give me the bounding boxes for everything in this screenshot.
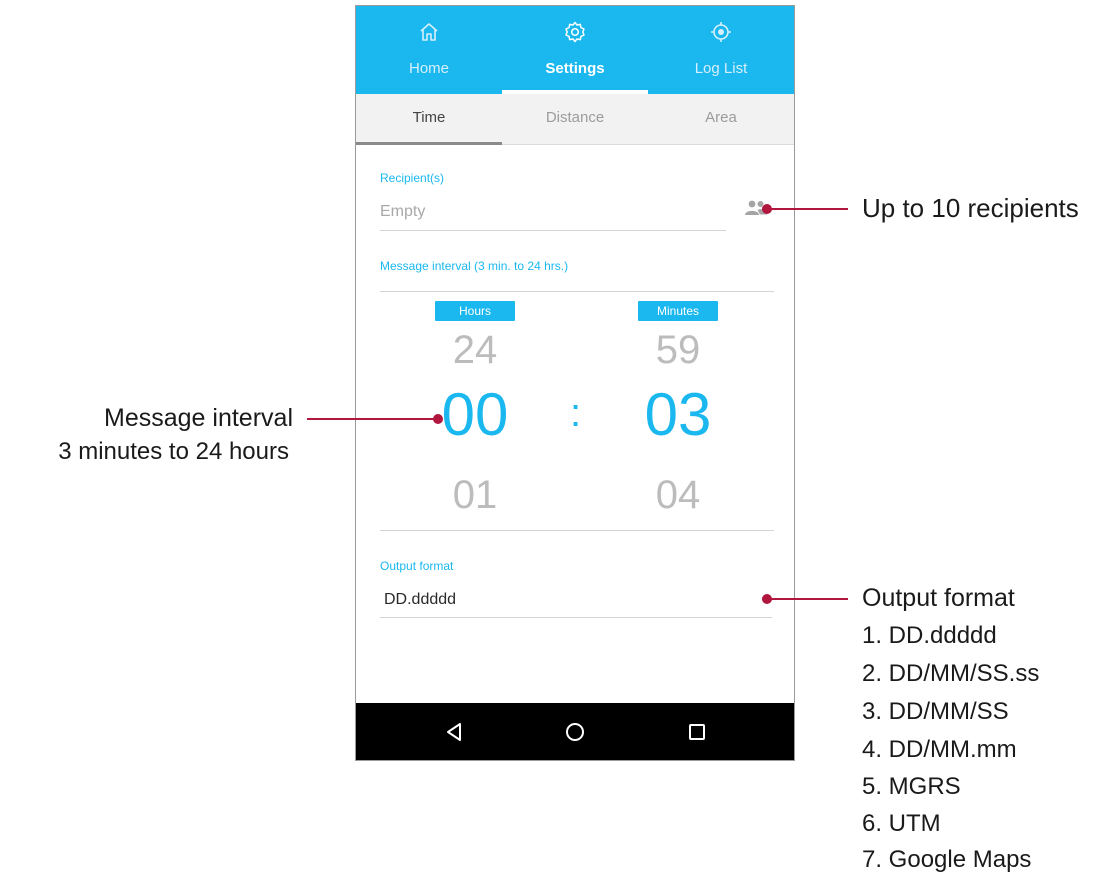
- interval-annotation-title: Message interval: [104, 404, 293, 432]
- system-navigation-bar: [356, 703, 794, 760]
- nav-tab-settings[interactable]: Settings: [502, 6, 648, 94]
- subtab-time-label: Time: [412, 109, 446, 126]
- interval-label: Message interval (3 min. to 24 hrs.): [380, 259, 569, 273]
- time-separator: :: [570, 391, 582, 435]
- subtab-area-label: Area: [705, 109, 737, 126]
- recipients-annotation-line: [767, 208, 848, 210]
- recents-icon[interactable]: [682, 719, 712, 745]
- interval-annotation-line: [307, 418, 438, 420]
- output-format-item: 7. Google Maps: [862, 846, 1032, 873]
- hours-badge: Hours: [435, 301, 515, 321]
- interval-divider-top: [380, 291, 774, 292]
- subtab-time[interactable]: Time: [356, 94, 502, 145]
- output-format-item: 4. DD/MM.mm: [862, 736, 1017, 763]
- output-annotation-title: Output format: [862, 584, 1015, 612]
- interval-divider-bottom: [380, 530, 774, 531]
- top-navigation: Home Settings Log List: [356, 6, 794, 94]
- phone-screen: Home Settings Log List Time Distance Are…: [355, 5, 795, 761]
- output-format-underline: [380, 617, 772, 618]
- nav-tab-log-list-label: Log List: [694, 60, 748, 77]
- output-format-item: 6. UTM: [862, 810, 941, 837]
- recipients-input[interactable]: Empty: [380, 203, 425, 221]
- output-format-item: 1. DD.ddddd: [862, 622, 997, 649]
- nav-tab-settings-label: Settings: [545, 60, 605, 77]
- output-format-item: 2. DD/MM/SS.ss: [862, 660, 1040, 687]
- home-icon: [420, 23, 438, 41]
- hours-picker[interactable]: 00: [415, 380, 535, 449]
- output-format-item: 3. DD/MM/SS: [862, 698, 1009, 725]
- sub-tabs: Time Distance Area: [356, 94, 794, 145]
- interval-annotation-dot: [433, 414, 443, 424]
- nav-tab-home-label: Home: [408, 60, 449, 77]
- active-subtab-indicator: [356, 142, 502, 145]
- minutes-picker[interactable]: 03: [618, 380, 738, 449]
- nav-tab-home[interactable]: Home: [356, 6, 502, 94]
- gear-icon: [565, 21, 585, 43]
- minutes-prev-value[interactable]: 59: [618, 328, 738, 373]
- minutes-next-value[interactable]: 04: [618, 473, 738, 518]
- minutes-badge: Minutes: [638, 301, 718, 321]
- nav-tab-log-list[interactable]: Log List: [648, 6, 794, 94]
- subtab-area[interactable]: Area: [648, 94, 794, 144]
- hours-next-value[interactable]: 01: [415, 473, 535, 518]
- recipients-underline: [380, 230, 726, 231]
- hours-prev-value[interactable]: 24: [415, 328, 535, 373]
- output-format-label: Output format: [380, 559, 454, 573]
- output-format-item: 5. MGRS: [862, 773, 961, 800]
- interval-annotation-subtitle: 3 minutes to 24 hours: [58, 438, 289, 465]
- subtab-distance-label: Distance: [545, 109, 605, 126]
- crosshair-icon: [711, 22, 731, 42]
- subtab-distance[interactable]: Distance: [502, 94, 648, 144]
- recipients-annotation-text: Up to 10 recipients: [862, 193, 1079, 223]
- output-format-select[interactable]: DD.ddddd: [384, 591, 456, 609]
- back-icon[interactable]: [439, 719, 469, 745]
- output-annotation-line: [767, 598, 848, 600]
- recipients-label: Recipient(s): [380, 171, 445, 185]
- home-circle-icon[interactable]: [560, 719, 590, 745]
